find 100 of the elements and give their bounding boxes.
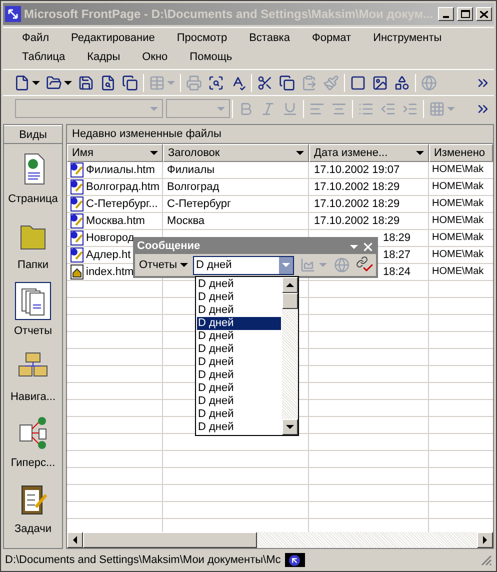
table-cell: 18:29 (383, 232, 411, 244)
align-center-icon (331, 100, 347, 116)
page-icon (69, 230, 85, 246)
toolbar-options-icon (350, 244, 358, 248)
dropdown-arrow-icon (32, 80, 40, 84)
minimize-button[interactable] (438, 7, 454, 21)
dropdown-option[interactable]: D дней (197, 304, 281, 317)
dropdown-option[interactable]: D дней (197, 369, 281, 382)
view-button[interactable]: Страница (4, 150, 62, 210)
menu-item[interactable]: Вставка (244, 30, 295, 47)
table-cell: 17.10.2002 19:07 (309, 162, 429, 178)
sort-arrow-icon (150, 151, 158, 155)
column-header[interactable]: Имя (67, 144, 163, 162)
publish-icon (100, 74, 116, 90)
status-path: D:\Documents and Settings\Maksim\Мои документы\Mc (5, 552, 281, 568)
table-cell: С-Петербург (163, 196, 309, 212)
copy-icon (279, 74, 295, 90)
view-button[interactable]: Папки (4, 216, 62, 276)
page-icon (69, 162, 85, 178)
menu-item[interactable]: Просмотр (172, 30, 232, 47)
views-icon (149, 74, 165, 90)
verify-links-icon[interactable] (356, 256, 374, 274)
menu-item[interactable]: Формат (306, 30, 356, 47)
borders-icon (429, 100, 445, 116)
menu-item[interactable]: Таблица (17, 49, 70, 66)
view-button[interactable]: Отчеты (4, 282, 62, 342)
page-icon (69, 196, 85, 212)
shapes-icon (394, 74, 410, 90)
table-cell-text: HOME\Mak (431, 248, 485, 262)
report-combo[interactable]: D дней (193, 256, 294, 274)
table-cell: 18:27 (383, 249, 411, 261)
table-cell: Филиалы.htm (67, 162, 163, 178)
table-cell-text: HOME\Mak (431, 265, 485, 279)
indent-icon (402, 100, 418, 116)
italic-icon (260, 100, 276, 116)
open-icon (46, 74, 62, 90)
sort-arrow-icon (416, 151, 424, 155)
table-cell: 18:24 (383, 266, 411, 278)
sort-arrow-icon (296, 151, 304, 155)
table-cell: 17.10.2002 18:29 (309, 196, 429, 212)
dropdown-arrow-icon (447, 106, 455, 110)
dropdown-option[interactable]: D дней (197, 291, 281, 304)
dropdown-option[interactable]: D дней (197, 395, 281, 408)
dropdown-option[interactable]: D дней (197, 343, 281, 356)
dropdown-option[interactable]: D дней (197, 408, 281, 421)
format-painter-icon (323, 74, 339, 90)
view-button[interactable]: Гиперс... (4, 414, 62, 474)
dropdown-arrow-icon (282, 263, 290, 267)
table-cell-text: HOME\Mak (431, 163, 485, 177)
table-cell-text: HOME\Mak (431, 180, 485, 194)
dropdown-option[interactable]: D дней (197, 278, 281, 291)
menu-item[interactable]: Редактирование (66, 30, 160, 47)
menu-item[interactable]: Инструменты (368, 30, 447, 47)
view-button[interactable]: Задачи (4, 480, 62, 540)
column-header[interactable]: Заголовок (163, 144, 309, 162)
align-left-icon (309, 100, 325, 116)
print-icon (186, 74, 202, 90)
page-icon (69, 247, 85, 263)
table-cell: Москва (163, 213, 309, 229)
dropdown-arrow-icon (167, 80, 175, 84)
maximize-button[interactable] (457, 7, 473, 21)
report-title: Недавно измененные файлы (67, 125, 493, 144)
page-icon (69, 213, 85, 229)
dropdown-option[interactable]: D дней (197, 330, 281, 343)
folder-list-icon (122, 74, 138, 90)
dropdown-option[interactable]: D дней (197, 356, 281, 369)
table-cell: Волгоград.htm (67, 179, 163, 195)
close-button[interactable] (476, 7, 492, 21)
menu-item[interactable]: Кадры (82, 49, 126, 66)
dropdown-arrow-icon (180, 263, 188, 267)
bullets-icon (358, 100, 374, 116)
views-header: Виды (4, 125, 62, 144)
dropdown-option[interactable]: D дней (197, 317, 281, 330)
underline-icon (282, 100, 298, 116)
outdent-icon (380, 100, 396, 116)
table-cell: 17.10.2002 18:29 (309, 179, 429, 195)
page-icon (69, 179, 85, 195)
table-cell-text: HOME\Mak (431, 214, 485, 228)
menu-item[interactable]: Помощь (184, 49, 238, 66)
image-icon (372, 74, 388, 90)
column-header[interactable]: Дата измене... (309, 144, 429, 162)
hyperlink-icon (421, 74, 437, 90)
dropdown-option[interactable]: D дней (197, 421, 281, 434)
resize-grip-icon (481, 554, 492, 566)
table-cell: С-Петербург... (67, 196, 163, 212)
table-cell-text: HOME\Mak (431, 231, 485, 245)
vertical-scrollbar[interactable] (282, 277, 298, 435)
menu-item[interactable]: Файл (17, 30, 54, 47)
paste-icon (301, 74, 317, 90)
dropdown-option[interactable]: D дней (197, 382, 281, 395)
new-page-icon (14, 74, 30, 90)
cut-icon (257, 74, 273, 90)
window-icon (350, 74, 366, 90)
table-cell: Волгоград (163, 179, 309, 195)
close-icon[interactable] (364, 242, 372, 250)
horizontal-scrollbar[interactable] (67, 532, 493, 548)
preview-icon (208, 74, 224, 90)
column-header[interactable]: Изменено (429, 144, 493, 162)
view-button[interactable]: Навига... (4, 348, 62, 408)
menu-item[interactable]: Окно (137, 49, 173, 66)
